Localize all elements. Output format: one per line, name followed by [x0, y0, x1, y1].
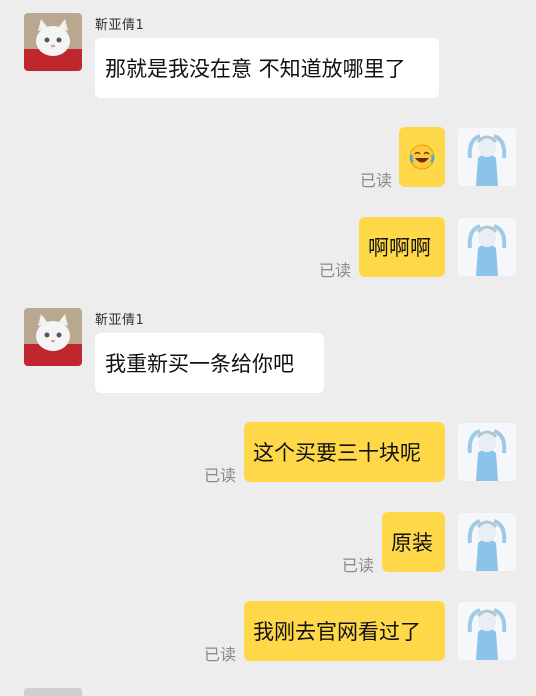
- self-avatar[interactable]: [458, 602, 516, 660]
- message-bubble[interactable]: 我刚去官网看过了: [244, 601, 445, 661]
- read-status: 已读: [360, 171, 393, 190]
- message-bubble[interactable]: 那就是我没在意 不知道放哪里了: [95, 38, 439, 98]
- message-bubble[interactable]: [399, 127, 445, 187]
- read-status: 已读: [319, 261, 352, 280]
- read-status: 已读: [342, 556, 375, 575]
- read-status: 已读: [204, 466, 237, 485]
- contact-avatar[interactable]: [24, 308, 82, 366]
- self-avatar[interactable]: [458, 423, 516, 481]
- self-avatar[interactable]: [458, 128, 516, 186]
- self-avatar[interactable]: [458, 513, 516, 571]
- self-avatar-icon: [458, 602, 516, 660]
- cat-avatar-icon: [24, 308, 82, 366]
- contact-avatar-partial: [24, 688, 82, 696]
- self-avatar-icon: [458, 128, 516, 186]
- laugh-cry-emoji-icon: [409, 144, 435, 170]
- message-bubble[interactable]: 这个买要三十块呢: [244, 422, 445, 482]
- self-avatar-icon: [458, 423, 516, 481]
- message-bubble[interactable]: 我重新买一条给你吧: [95, 333, 324, 393]
- self-avatar-icon: [458, 218, 516, 276]
- message-bubble[interactable]: 原装: [382, 512, 445, 572]
- cat-avatar-icon: [24, 13, 82, 71]
- self-avatar-icon: [458, 513, 516, 571]
- sender-name: 靳亚倩1: [95, 18, 145, 33]
- contact-avatar[interactable]: [24, 13, 82, 71]
- sender-name: 靳亚倩1: [95, 313, 145, 328]
- read-status: 已读: [204, 645, 237, 664]
- message-bubble[interactable]: 啊啊啊: [359, 217, 445, 277]
- self-avatar[interactable]: [458, 218, 516, 276]
